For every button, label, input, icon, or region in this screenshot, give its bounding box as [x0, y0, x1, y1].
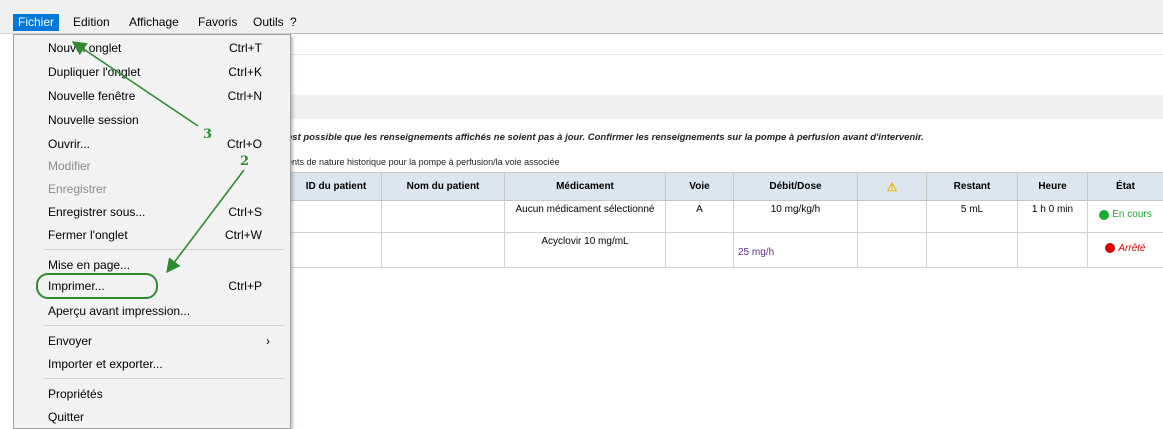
- menu-item-open[interactable]: Ouvrir... Ctrl+O: [48, 134, 284, 154]
- menu-item-properties[interactable]: Propriétés: [48, 384, 284, 404]
- menu-item-import-export[interactable]: Importer et exporter...: [48, 354, 284, 374]
- menu-item-label: Nouvel onglet: [48, 41, 121, 55]
- menu-item-label: Importer et exporter...: [48, 357, 163, 371]
- cell-medication: Acyclovir 10 mg/mL: [505, 233, 666, 268]
- menu-item-label: Mise en page...: [48, 258, 130, 272]
- menu-item-label: Dupliquer l'onglet: [48, 65, 140, 79]
- infusion-table: ID du patient Nom du patient Médicament …: [290, 172, 1163, 268]
- menu-item-edit: Modifier: [48, 156, 284, 176]
- cell-time: [1018, 233, 1088, 268]
- menu-item-save-as[interactable]: Enregistrer sous... Ctrl+S: [48, 202, 284, 222]
- stopped-dot-icon: [1105, 243, 1115, 253]
- menu-separator: [44, 378, 284, 379]
- menu-item-label: Fermer l'onglet: [48, 228, 128, 242]
- menu-item-label: Modifier: [48, 159, 91, 173]
- header-band: [290, 95, 1163, 119]
- menu-item-label: Enregistrer: [48, 182, 107, 196]
- menu-item-shortcut: Ctrl+P: [228, 276, 262, 296]
- cell-remaining: 5 mL: [927, 201, 1018, 233]
- cell-patient-name: [382, 233, 505, 268]
- menu-item-label: Envoyer: [48, 334, 92, 348]
- table-header-row: ID du patient Nom du patient Médicament …: [291, 173, 1163, 201]
- menu-help[interactable]: ?: [285, 14, 302, 31]
- menu-item-label: Nouvelle fenêtre: [48, 89, 135, 103]
- status-label: Arrêté: [1118, 243, 1145, 254]
- status-badge: Arrêté: [1105, 243, 1145, 254]
- menu-item-shortcut: Ctrl+K: [228, 62, 262, 82]
- cell-rate-dose: 10 mg/kg/h: [734, 201, 858, 233]
- menu-separator: [44, 249, 284, 250]
- cell-patient-id: [291, 233, 382, 268]
- chevron-right-icon: ›: [266, 331, 270, 351]
- cell-status: Arrêté: [1088, 233, 1163, 268]
- col-patient-name[interactable]: Nom du patient: [382, 173, 505, 201]
- menu-separator: [44, 325, 284, 326]
- menu-item-label: Enregistrer sous...: [48, 205, 145, 219]
- col-status[interactable]: État: [1088, 173, 1163, 201]
- toolbar-divider: [290, 54, 1163, 55]
- menu-item-shortcut: Ctrl+W: [225, 225, 262, 245]
- running-dot-icon: [1099, 210, 1109, 220]
- menu-item-label: Aperçu avant impression...: [48, 304, 190, 318]
- menu-item-quit[interactable]: Quitter: [48, 407, 284, 427]
- cell-patient-name: [382, 201, 505, 233]
- col-alert[interactable]: ⚠: [858, 173, 927, 201]
- menu-item-label: Propriétés: [48, 387, 103, 401]
- menu-item-new-session[interactable]: Nouvelle session: [48, 110, 284, 130]
- cell-route: A: [666, 201, 734, 233]
- table-row[interactable]: Acyclovir 10 mg/mL 25 mg/h Arrêté: [291, 233, 1163, 268]
- menu-edition[interactable]: Edition: [68, 14, 115, 31]
- content-divider: [290, 33, 1163, 34]
- menu-affichage[interactable]: Affichage: [124, 14, 184, 31]
- menu-item-send[interactable]: Envoyer ›: [48, 331, 284, 351]
- menu-item-page-setup[interactable]: Mise en page...: [48, 255, 284, 275]
- file-menu-dropdown: Nouvel onglet Ctrl+T Dupliquer l'onglet Ct…: [13, 34, 291, 429]
- window-top-strip: [0, 0, 1163, 11]
- menu-item-new-tab[interactable]: Nouvel onglet Ctrl+T: [48, 38, 284, 58]
- menu-item-shortcut: Ctrl+O: [227, 134, 262, 154]
- cell-remaining: [927, 233, 1018, 268]
- history-note: ents de nature historique pour la pompe …: [287, 157, 560, 167]
- menu-item-shortcut: Ctrl+S: [228, 202, 262, 222]
- col-rate-dose[interactable]: Débit/Dose: [734, 173, 858, 201]
- col-medication[interactable]: Médicament: [505, 173, 666, 201]
- cell-status: En cours: [1088, 201, 1163, 233]
- cell-medication: Aucun médicament sélectionné: [505, 201, 666, 233]
- cell-rate-dose: 25 mg/h: [734, 233, 858, 268]
- menu-item-new-window[interactable]: Nouvelle fenêtre Ctrl+N: [48, 86, 284, 106]
- menu-item-label: Imprimer...: [48, 279, 105, 293]
- menu-favoris[interactable]: Favoris: [193, 14, 242, 31]
- menu-item-label: Quitter: [48, 410, 84, 424]
- menu-item-shortcut: Ctrl+N: [228, 86, 262, 106]
- status-badge: En cours: [1099, 209, 1151, 220]
- warning-icon: ⚠: [887, 180, 898, 194]
- cell-patient-id: [291, 201, 382, 233]
- cell-route: [666, 233, 734, 268]
- status-label: En cours: [1112, 209, 1151, 220]
- col-route[interactable]: Voie: [666, 173, 734, 201]
- col-time[interactable]: Heure: [1018, 173, 1088, 201]
- col-remaining[interactable]: Restant: [927, 173, 1018, 201]
- menu-item-close-tab[interactable]: Fermer l'onglet Ctrl+W: [48, 225, 284, 245]
- cell-alert: [858, 201, 927, 233]
- menu-item-label: Nouvelle session: [48, 113, 139, 127]
- cell-alert: [858, 233, 927, 268]
- menu-item-save: Enregistrer: [48, 179, 284, 199]
- menu-item-duplicate-tab[interactable]: Dupliquer l'onglet Ctrl+K: [48, 62, 284, 82]
- menu-item-print-preview[interactable]: Aperçu avant impression...: [48, 301, 284, 321]
- menu-item-shortcut: Ctrl+T: [229, 38, 262, 58]
- menu-bar: Fichier Edition Affichage Favoris Outils…: [0, 11, 1163, 34]
- cell-time: 1 h 0 min: [1018, 201, 1088, 233]
- table-row[interactable]: Aucun médicament sélectionné A 10 mg/kg/…: [291, 201, 1163, 233]
- stale-data-warning: est possible que les renseignements affi…: [287, 132, 924, 143]
- menu-fichier[interactable]: Fichier: [13, 14, 59, 31]
- col-patient-id[interactable]: ID du patient: [291, 173, 382, 201]
- menu-item-label: Ouvrir...: [48, 137, 90, 151]
- menu-outils[interactable]: Outils: [248, 14, 289, 31]
- menu-item-print[interactable]: Imprimer... Ctrl+P: [48, 276, 284, 296]
